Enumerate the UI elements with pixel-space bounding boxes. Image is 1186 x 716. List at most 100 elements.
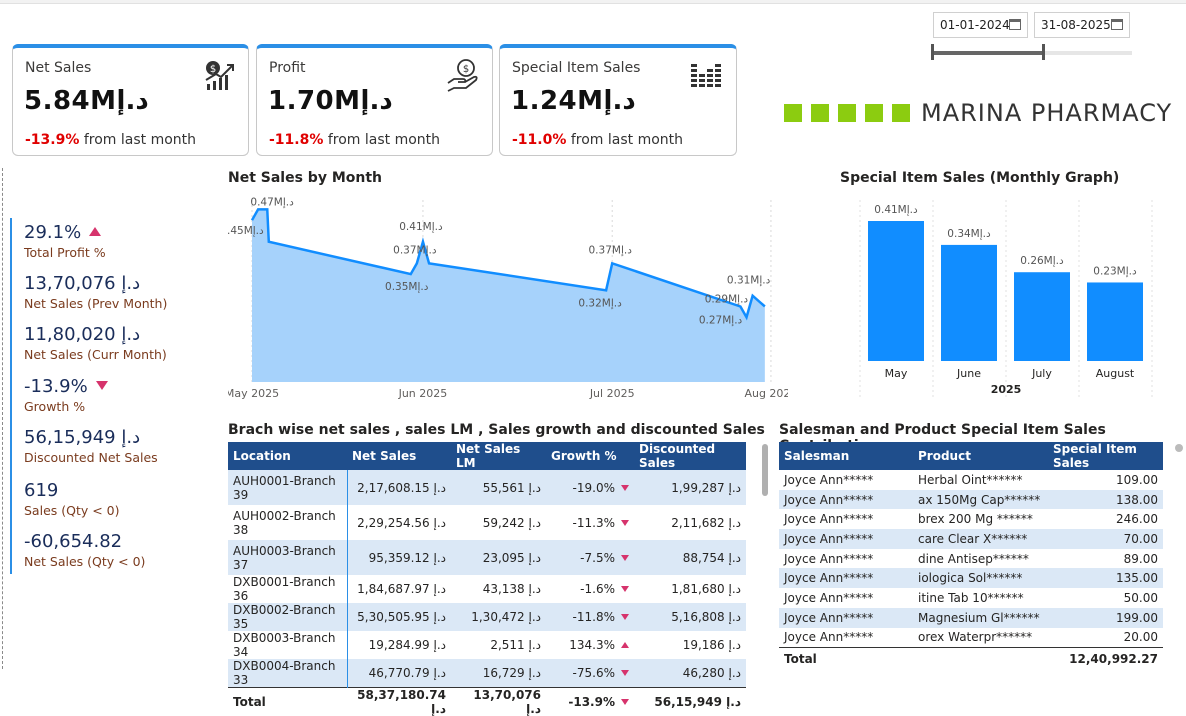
cell-salesman: Joyce Ann***** — [779, 490, 913, 510]
col-net-sales-lm[interactable]: Net Sales LM — [451, 442, 546, 470]
cell-special-sales: 20.00 — [1048, 628, 1163, 648]
data-label: 0.47Mد.إ — [250, 196, 294, 208]
cell-growth: -1.6% — [546, 575, 634, 603]
cell-net-sales-lm: 55,561 د.إ — [451, 470, 546, 505]
col-location[interactable]: Location — [228, 442, 347, 470]
x-tick-label: Aug 2025 — [744, 387, 788, 400]
down-triangle-icon — [621, 520, 629, 526]
cell-total-lm: 13,70,076 د.إ — [451, 688, 546, 716]
cell-product: iologica Sol****** — [913, 568, 1048, 588]
col-net-sales[interactable]: Net Sales — [347, 442, 451, 470]
cell-special-sales: 199.00 — [1048, 608, 1163, 628]
down-triangle-icon — [621, 555, 629, 561]
calendar-icon[interactable] — [1009, 19, 1021, 30]
cell-special-sales: 50.00 — [1048, 588, 1163, 608]
cell-net-sales-lm: 2,511 د.إ — [451, 631, 546, 659]
cell-total-label: Total — [779, 647, 913, 671]
table-row[interactable]: Joyce Ann*****iologica Sol******135.00 — [779, 568, 1163, 588]
date-slider-end-handle[interactable] — [1042, 44, 1045, 60]
table-row[interactable]: Joyce Ann*****Herbal Oint******109.00 — [779, 470, 1163, 490]
x-axis-label: 2025 — [991, 383, 1022, 396]
table-row[interactable]: DXB0002-Branch 355,30,505.95 د.إ1,30,472… — [228, 603, 746, 631]
cell-salesman: Joyce Ann***** — [779, 568, 913, 588]
kpi-label: Special Item Sales — [512, 60, 640, 76]
table-row[interactable]: DXB0004-Branch 3346,770.79 د.إ16,729 د.إ… — [228, 659, 746, 688]
cell-product: itine Tab 10****** — [913, 588, 1048, 608]
table-row[interactable]: AUH0003-Branch 3795,359.12 د.إ23,095 د.إ… — [228, 540, 746, 575]
cell-net-sales: 1,84,687.97 د.إ — [347, 575, 451, 603]
bar — [1087, 282, 1143, 361]
cell-product: care Clear X****** — [913, 529, 1048, 549]
data-label: 0.23Mد.إ — [1093, 265, 1137, 277]
col-growth[interactable]: Growth % — [546, 442, 634, 470]
table-row[interactable]: AUH0001-Branch 392,17,608.15 د.إ55,561 د… — [228, 470, 746, 505]
up-triangle-icon — [621, 642, 629, 648]
x-tick-label: Jul 2025 — [589, 387, 635, 400]
kpi-card-special-item-sales[interactable]: Special Item Sales 1.24Mد.إ -11.0% from … — [499, 44, 737, 156]
cell-net-sales-lm: 43,138 د.إ — [451, 575, 546, 603]
table-row[interactable]: Joyce Ann*****dine Antisep******89.00 — [779, 549, 1163, 569]
data-label: 0.32Mد.إ — [578, 297, 622, 309]
kpi-change: -13.9% from last month — [25, 132, 196, 148]
table-row[interactable]: Joyce Ann*****brex 200 Mg ******246.00 — [779, 509, 1163, 529]
cell-salesman: Joyce Ann***** — [779, 509, 913, 529]
kpi-label: Profit — [269, 60, 306, 76]
down-triangle-icon — [621, 670, 629, 676]
cell-salesman: Joyce Ann***** — [779, 470, 913, 490]
data-label: 0.34Mد.إ — [947, 228, 991, 240]
table-row[interactable]: Joyce Ann*****orex Waterpr******20.00 — [779, 628, 1163, 648]
cell-salesman: Joyce Ann***** — [779, 628, 913, 648]
x-tick-label: Jun 2025 — [398, 387, 448, 400]
net-sales-area-chart[interactable]: 0.45Mد.إ0.47Mد.إ0.35Mد.إ0.37Mد.إ0.41Mد.إ… — [228, 192, 788, 404]
kpi-card-net-sales[interactable]: Net Sales 5.84Mد.إ -13.9% from last mont… — [12, 44, 249, 156]
cell-location: AUH0001-Branch 39 — [228, 470, 347, 505]
table-row[interactable]: Joyce Ann*****ax 150Mg Cap******138.00 — [779, 490, 1163, 510]
cell-location: AUH0003-Branch 37 — [228, 540, 347, 575]
net-sales-month-title: Net Sales by Month — [228, 170, 382, 186]
cell-location: DXB0002-Branch 35 — [228, 603, 347, 631]
x-tick-label: June — [956, 367, 981, 380]
start-date-input[interactable]: 01-01-2024 — [933, 12, 1028, 38]
more-options-dot[interactable] — [1175, 444, 1183, 452]
col-special-item-sales[interactable]: Special Item Sales — [1048, 442, 1163, 470]
calendar-icon[interactable] — [1111, 19, 1123, 30]
table-row[interactable]: AUH0002-Branch 382,29,254.56 د.إ59,242 د… — [228, 505, 746, 540]
data-label: 0.37Mد.إ — [589, 244, 633, 256]
col-salesman[interactable]: Salesman — [779, 442, 913, 470]
table-row[interactable]: Joyce Ann*****itine Tab 10******50.00 — [779, 588, 1163, 608]
table-scrollbar[interactable] — [762, 444, 768, 496]
date-slider-start-handle[interactable] — [931, 44, 934, 60]
table-row[interactable]: DXB0003-Branch 3419,284.99 د.إ2,511 د.إ1… — [228, 631, 746, 659]
end-date-input[interactable]: 31-08-2025 — [1034, 12, 1130, 38]
brand-logo: MARINA PHARMACY — [784, 100, 1172, 126]
table-row[interactable]: DXB0001-Branch 361,84,687.97 د.إ43,138 د… — [228, 575, 746, 603]
down-triangle-icon — [621, 614, 629, 620]
down-triangle-icon — [96, 381, 108, 390]
data-label: 0.45Mد.إ — [228, 225, 264, 237]
table-row[interactable]: Joyce Ann*****care Clear X******70.00 — [779, 529, 1163, 549]
cell-discounted-sales: 1,99,287 د.إ — [634, 470, 746, 505]
col-product[interactable]: Product — [913, 442, 1048, 470]
salesman-product-table: Salesman Product Special Item Sales Joyc… — [779, 442, 1163, 671]
cell-special-sales: 109.00 — [1048, 470, 1163, 490]
kpi-change: -11.0% from last month — [512, 132, 683, 148]
special-item-bar-chart[interactable]: 0.41Mد.إMay0.34Mد.إJune0.26Mد.إJuly0.23M… — [858, 192, 1158, 402]
table-row[interactable]: Joyce Ann*****Magnesium Gl******199.00 — [779, 608, 1163, 628]
kpi-value: 1.70Mد.إ — [268, 86, 393, 116]
cell-discounted-sales: 2,11,682 د.إ — [634, 505, 746, 540]
special-monthly-title: Special Item Sales (Monthly Graph) — [840, 170, 1119, 186]
col-discounted-sales[interactable]: Discounted Sales — [634, 442, 746, 470]
kpi-card-profit[interactable]: Profit 1.70Mد.إ -11.8% from last month $ — [256, 44, 493, 156]
cell-product: Magnesium Gl****** — [913, 608, 1048, 628]
x-tick-label: May — [885, 367, 908, 380]
data-label: 0.26Mد.إ — [1020, 255, 1064, 267]
cell-growth: -19.0% — [546, 470, 634, 505]
branch-sales-table: Location Net Sales Net Sales LM Growth %… — [228, 442, 746, 716]
cell-growth: -7.5% — [546, 540, 634, 575]
area-fill — [252, 209, 765, 382]
cell-discounted-sales: 88,754 د.إ — [634, 540, 746, 575]
cell-salesman: Joyce Ann***** — [779, 549, 913, 569]
cell-special-sales: 246.00 — [1048, 509, 1163, 529]
cell-product: ax 150Mg Cap****** — [913, 490, 1048, 510]
cell-salesman: Joyce Ann***** — [779, 588, 913, 608]
